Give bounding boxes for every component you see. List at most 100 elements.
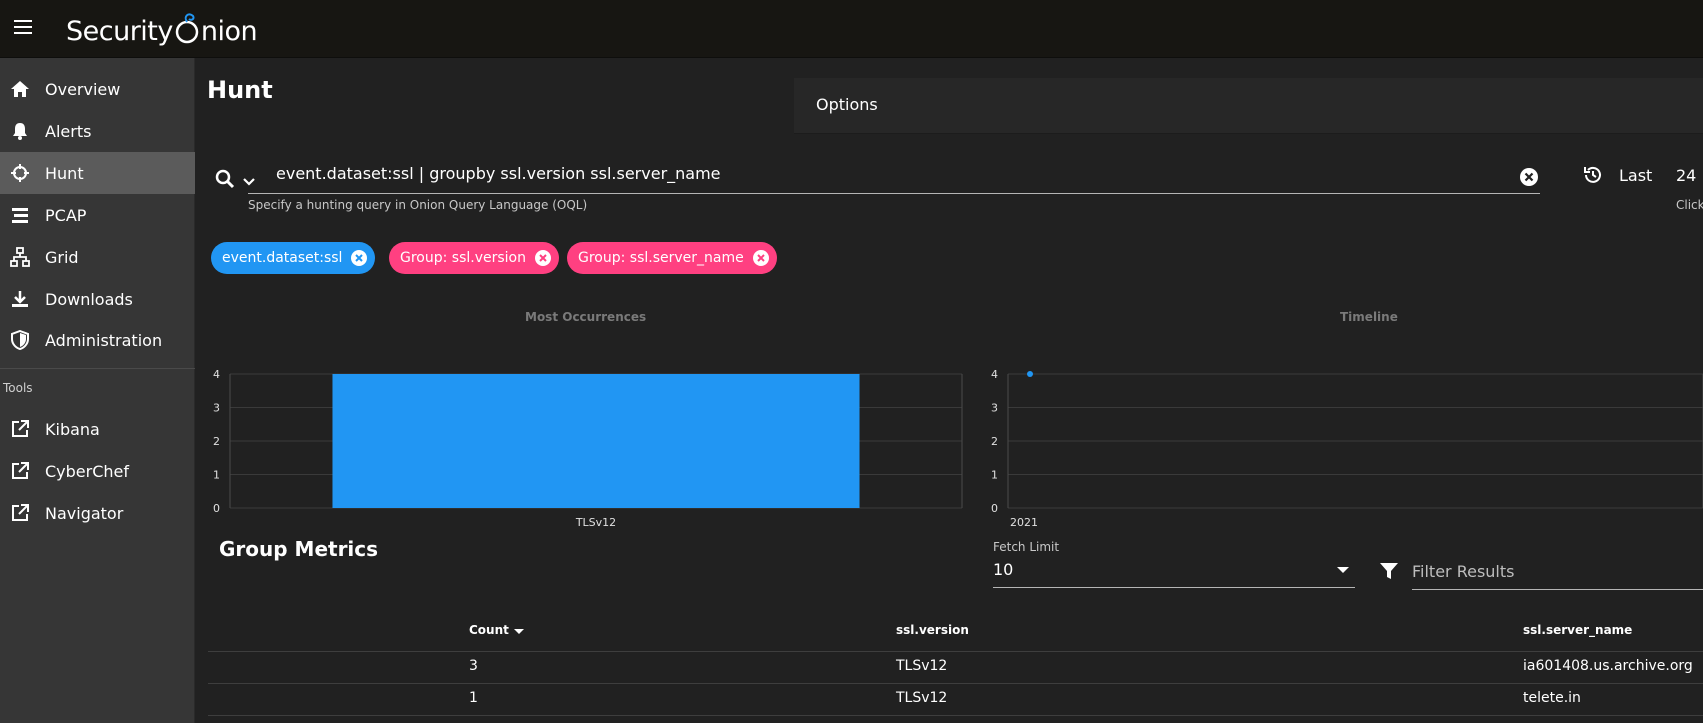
sidebar-item-label: Downloads bbox=[45, 289, 133, 309]
column-header-count[interactable]: Count bbox=[469, 623, 525, 637]
tools-section-label: Tools bbox=[3, 381, 33, 395]
sidebar-divider bbox=[0, 368, 195, 369]
sidebar: Overview Alerts Hunt PCAP Grid Downloads… bbox=[0, 58, 195, 723]
table-divider bbox=[208, 683, 1703, 684]
home-icon bbox=[11, 81, 29, 97]
options-label: Options bbox=[816, 95, 878, 114]
y-tick-label: 2 bbox=[991, 435, 998, 448]
history-icon[interactable] bbox=[1582, 164, 1604, 186]
sidebar-item-overview[interactable]: Overview bbox=[0, 68, 195, 110]
menu-icon[interactable] bbox=[14, 20, 32, 34]
fetch-limit-value: 10 bbox=[993, 560, 1014, 579]
sitemap-icon bbox=[10, 247, 30, 267]
query-value[interactable]: event.dataset:ssl | groupby ssl.version … bbox=[276, 164, 721, 183]
y-tick-label: 0 bbox=[991, 502, 998, 515]
sidebar-item-grid[interactable]: Grid bbox=[0, 236, 195, 278]
main-content: Hunt Options event.dataset:ssl | groupby… bbox=[196, 58, 1703, 723]
stream-icon bbox=[12, 208, 28, 223]
group-chip[interactable]: Group: ssl.server_name bbox=[567, 242, 777, 274]
logo-text-security: Security bbox=[66, 16, 173, 47]
sidebar-item-cyberchef[interactable]: CyberChef bbox=[0, 450, 195, 492]
sidebar-item-pcap[interactable]: PCAP bbox=[0, 194, 195, 236]
bell-icon bbox=[13, 123, 27, 140]
remove-chip-icon[interactable] bbox=[752, 249, 770, 267]
sidebar-item-label: Kibana bbox=[45, 419, 100, 439]
filter-icon bbox=[1380, 563, 1398, 579]
sidebar-item-navigator[interactable]: Navigator bbox=[0, 492, 195, 534]
chip-label: Group: ssl.server_name bbox=[578, 250, 744, 266]
sidebar-item-label: Hunt bbox=[45, 163, 84, 183]
external-link-icon bbox=[12, 462, 29, 479]
column-header-ssl-server-name[interactable]: ssl.server_name bbox=[1523, 623, 1632, 637]
sidebar-item-label: Alerts bbox=[45, 121, 92, 141]
hunt-query-input[interactable]: event.dataset:ssl | groupby ssl.version … bbox=[248, 158, 1540, 194]
x-tick-label: TLSv12 bbox=[575, 516, 616, 529]
sidebar-item-hunt[interactable]: Hunt bbox=[0, 152, 195, 194]
y-tick-label: 3 bbox=[213, 402, 220, 415]
search-icon[interactable] bbox=[214, 168, 236, 190]
time-range-value[interactable]: 24 bbox=[1676, 166, 1696, 185]
shield-icon bbox=[11, 330, 29, 350]
query-hint: Specify a hunting query in Onion Query L… bbox=[248, 198, 588, 212]
cell-ssl-server-name[interactable]: ia601408.us.archive.org bbox=[1523, 658, 1693, 674]
logo-text-nion: nion bbox=[200, 16, 258, 47]
data-point[interactable] bbox=[1027, 371, 1033, 377]
column-header-ssl-version[interactable]: ssl.version bbox=[896, 623, 969, 637]
filter-placeholder: Filter Results bbox=[1412, 562, 1515, 581]
bar[interactable] bbox=[332, 374, 860, 508]
remove-chip-icon[interactable] bbox=[534, 249, 552, 267]
column-label: Count bbox=[469, 623, 509, 637]
timeline-chart: 0 1 2 3 4 2021 bbox=[991, 368, 1703, 529]
cell-ssl-version[interactable]: TLSv12 bbox=[896, 658, 947, 674]
cell-ssl-server-name[interactable]: telete.in bbox=[1523, 690, 1581, 706]
sidebar-item-downloads[interactable]: Downloads bbox=[0, 278, 195, 320]
external-link-icon bbox=[12, 420, 29, 437]
y-tick-label: 4 bbox=[991, 368, 998, 381]
sort-desc-icon[interactable] bbox=[513, 626, 525, 636]
filter-chip[interactable]: event.dataset:ssl bbox=[211, 242, 375, 274]
group-metrics-title: Group Metrics bbox=[219, 537, 379, 561]
y-tick-label: 1 bbox=[213, 469, 220, 482]
y-tick-label: 0 bbox=[213, 502, 220, 515]
chip-label: event.dataset:ssl bbox=[222, 250, 343, 266]
time-range-hint: Click bbox=[1676, 198, 1703, 212]
time-range-label: Last bbox=[1619, 166, 1653, 185]
fetch-limit-select[interactable]: 10 bbox=[993, 558, 1355, 588]
filter-results-input[interactable]: Filter Results bbox=[1412, 556, 1703, 590]
onion-o-icon bbox=[173, 10, 201, 52]
cell-count[interactable]: 1 bbox=[469, 690, 478, 706]
sidebar-item-label: Overview bbox=[45, 79, 121, 99]
cell-count[interactable]: 3 bbox=[469, 658, 478, 674]
sidebar-item-label: CyberChef bbox=[45, 461, 130, 481]
group-chip[interactable]: Group: ssl.version bbox=[389, 242, 559, 274]
chip-label: Group: ssl.version bbox=[400, 250, 526, 266]
remove-chip-icon[interactable] bbox=[350, 249, 368, 267]
sidebar-item-label: Navigator bbox=[45, 503, 124, 523]
fetch-limit-label: Fetch Limit bbox=[993, 540, 1060, 554]
cell-ssl-version[interactable]: TLSv12 bbox=[896, 690, 947, 706]
y-tick-label: 1 bbox=[991, 469, 998, 482]
y-tick-label: 2 bbox=[213, 435, 220, 448]
dropdown-caret-icon bbox=[1337, 567, 1349, 573]
top-app-bar: Security nion bbox=[0, 0, 1703, 58]
y-tick-label: 3 bbox=[991, 402, 998, 415]
sidebar-item-alerts[interactable]: Alerts bbox=[0, 110, 195, 152]
external-link-icon bbox=[12, 504, 29, 521]
table-divider bbox=[208, 715, 1703, 716]
y-tick-label: 4 bbox=[213, 368, 220, 381]
options-expansion-panel[interactable]: Options bbox=[794, 78, 1703, 134]
x-tick-label: 2021 bbox=[1010, 516, 1038, 529]
clear-icon[interactable] bbox=[1519, 167, 1539, 187]
sidebar-item-label: Administration bbox=[45, 330, 163, 350]
sidebar-item-label: Grid bbox=[45, 247, 79, 267]
sidebar-item-administration[interactable]: Administration bbox=[0, 319, 195, 361]
table-divider bbox=[208, 651, 1703, 652]
crosshairs-icon bbox=[11, 164, 29, 182]
most-occurrences-chart: 0 1 2 3 4 TLSv12 bbox=[213, 368, 963, 529]
sidebar-item-label: PCAP bbox=[45, 205, 87, 225]
chevron-down-icon[interactable] bbox=[241, 174, 257, 190]
page-title: Hunt bbox=[207, 76, 273, 104]
sidebar-item-kibana[interactable]: Kibana bbox=[0, 408, 195, 450]
security-onion-logo: Security nion bbox=[66, 10, 258, 52]
download-icon bbox=[12, 291, 28, 307]
